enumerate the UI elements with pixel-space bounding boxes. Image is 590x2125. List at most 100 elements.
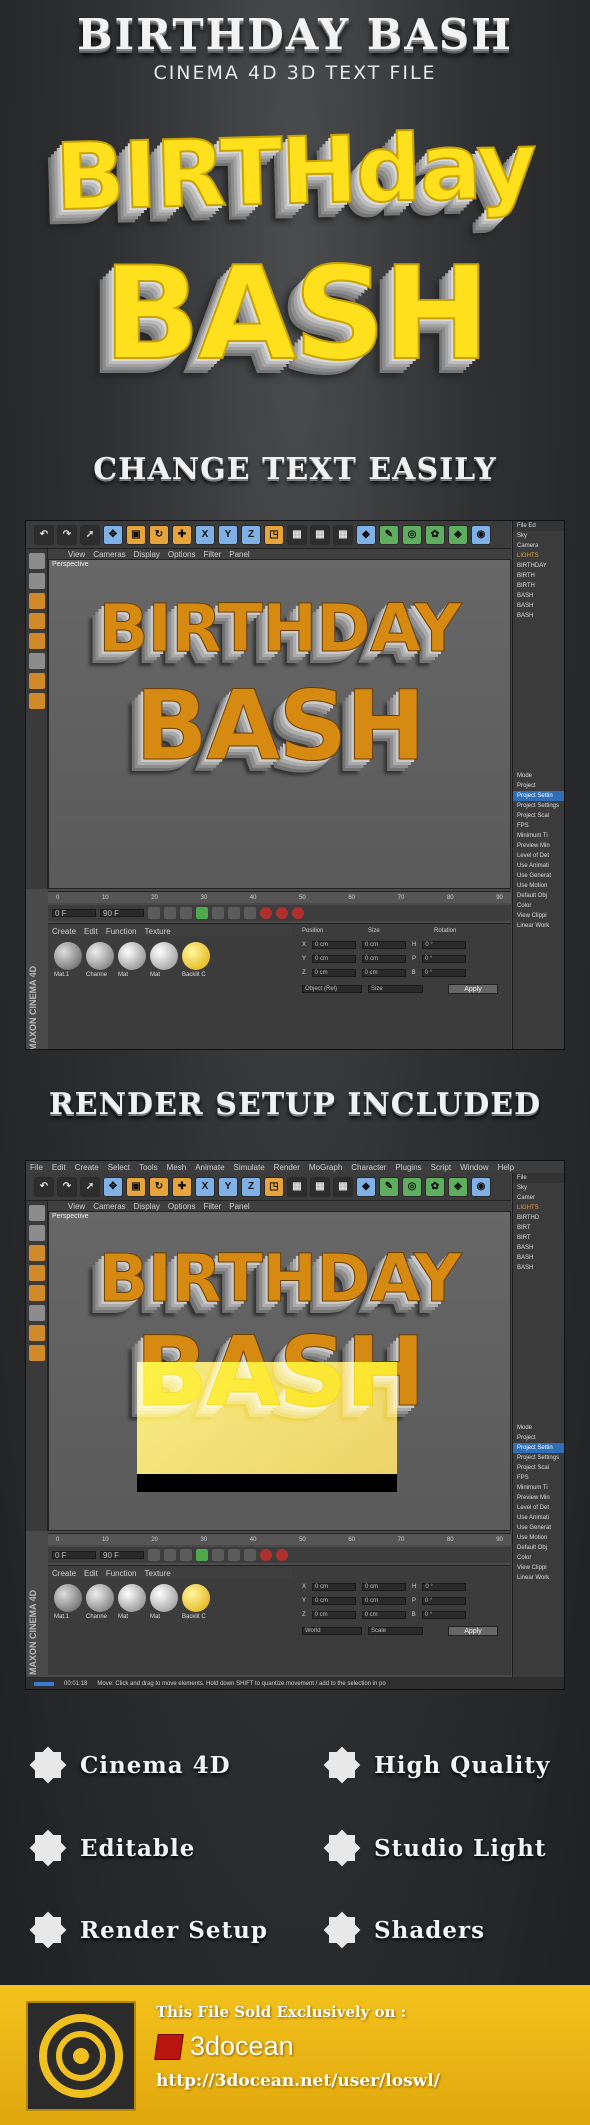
x-axis-icon[interactable]: X: [195, 524, 215, 545]
render-settings-icon[interactable]: ▦: [333, 524, 353, 545]
size-y-field[interactable]: 0 cm: [362, 1597, 407, 1605]
material-swatch[interactable]: [118, 942, 146, 970]
make-editable-icon[interactable]: [29, 1205, 45, 1221]
pos-x-field[interactable]: 0 cm: [312, 1583, 357, 1591]
redo-icon[interactable]: ↷: [57, 1176, 77, 1197]
next-frame-icon[interactable]: [212, 907, 224, 919]
attr-mode[interactable]: Mode: [513, 1423, 564, 1433]
object-item[interactable]: LIGHTS: [513, 551, 564, 561]
cloner-icon[interactable]: ✿: [425, 1176, 445, 1197]
autokey-icon[interactable]: [276, 907, 288, 919]
y-axis-icon[interactable]: Y: [218, 1176, 238, 1197]
file-menu-item[interactable]: File: [513, 1173, 564, 1183]
material-swatch[interactable]: [86, 1584, 114, 1612]
perspective-viewport[interactable]: Perspective BIRTHDAY BASH: [48, 559, 511, 889]
pen-icon[interactable]: ✎: [379, 524, 399, 545]
magnet-icon[interactable]: [29, 1345, 45, 1361]
display-menu-item[interactable]: Display: [134, 550, 160, 559]
apply-button[interactable]: Apply: [448, 1626, 498, 1636]
pen-icon[interactable]: ✎: [379, 1176, 399, 1197]
rot-b-field[interactable]: 0 °: [421, 969, 466, 977]
marketplace-badge[interactable]: 3docean: [154, 2031, 294, 2062]
author-profile-link[interactable]: http://3docean.net/user/loswl/: [156, 2071, 440, 2091]
cameras-menu-item[interactable]: Cameras: [93, 550, 125, 559]
attr-mode[interactable]: Mode: [513, 771, 564, 781]
menu-edit[interactable]: Edit: [52, 1163, 66, 1172]
view-menu-item[interactable]: View: [68, 1202, 85, 1211]
mat-texture-menu[interactable]: Texture: [145, 1569, 171, 1578]
object-item[interactable]: BASH: [513, 611, 564, 621]
axis-mode-icon[interactable]: [29, 653, 45, 669]
undo-icon[interactable]: ↶: [34, 524, 54, 545]
menu-character[interactable]: Character: [351, 1163, 386, 1172]
object-item[interactable]: BASH: [513, 1243, 564, 1253]
menu-plugins[interactable]: Plugins: [395, 1163, 421, 1172]
magnet-icon[interactable]: [29, 693, 45, 709]
menu-help[interactable]: Help: [498, 1163, 514, 1172]
subdivision-icon[interactable]: ◎: [402, 524, 422, 545]
panel-menu-item[interactable]: Panel: [229, 1202, 249, 1211]
object-item[interactable]: BIRTH: [513, 581, 564, 591]
rot-h-field[interactable]: 0 °: [422, 941, 467, 949]
goto-end-icon[interactable]: [244, 907, 256, 919]
coord-system-dropdown[interactable]: World: [302, 1627, 362, 1635]
prev-frame-icon[interactable]: [180, 1549, 192, 1561]
object-item[interactable]: BIRT: [513, 1223, 564, 1233]
undo-icon[interactable]: ↶: [34, 1176, 54, 1197]
polygons-mode-icon[interactable]: [29, 633, 45, 649]
pos-x-field[interactable]: 0 cm: [312, 941, 357, 949]
object-item[interactable]: BASH: [513, 591, 564, 601]
points-mode-icon[interactable]: [29, 593, 45, 609]
file-menu-item[interactable]: File Ed: [513, 521, 564, 531]
timeline-ruler[interactable]: 0 10 20 30 40 50 60 70 80 90: [48, 891, 511, 903]
render-view-icon[interactable]: ▦: [287, 524, 307, 545]
scene-icon[interactable]: ◉: [471, 1176, 491, 1197]
object-item[interactable]: Camera: [513, 541, 564, 551]
rot-p-field[interactable]: 0 °: [422, 955, 467, 963]
prev-key-icon[interactable]: [164, 1549, 176, 1561]
polygons-mode-icon[interactable]: [29, 1285, 45, 1301]
object-item[interactable]: BASH: [513, 1263, 564, 1273]
play-icon[interactable]: [196, 1549, 208, 1561]
render-settings-icon[interactable]: ▦: [333, 1176, 353, 1197]
snap-icon[interactable]: [29, 1325, 45, 1341]
deformer-icon[interactable]: ◈: [448, 524, 468, 545]
next-frame-icon[interactable]: [212, 1549, 224, 1561]
model-mode-icon[interactable]: [29, 1225, 45, 1241]
display-menu-item[interactable]: Display: [134, 1202, 160, 1211]
goto-end-icon[interactable]: [244, 1549, 256, 1561]
snap-icon[interactable]: [29, 673, 45, 689]
size-x-field[interactable]: 0 cm: [362, 941, 407, 949]
render-view-icon[interactable]: ▦: [287, 1176, 307, 1197]
x-axis-icon[interactable]: X: [195, 1176, 215, 1197]
cloner-icon[interactable]: ✿: [425, 524, 445, 545]
select-icon[interactable]: ➚: [80, 524, 100, 545]
z-axis-icon[interactable]: Z: [241, 524, 261, 545]
size-y-field[interactable]: 0 cm: [362, 955, 407, 963]
render-picture-icon[interactable]: ▦: [310, 1176, 330, 1197]
edges-mode-icon[interactable]: [29, 1265, 45, 1281]
rotate-icon[interactable]: ↻: [149, 524, 169, 545]
menu-script[interactable]: Script: [431, 1163, 451, 1172]
menu-window[interactable]: Window: [460, 1163, 488, 1172]
next-key-icon[interactable]: [228, 1549, 240, 1561]
rotate-icon[interactable]: ↻: [149, 1176, 169, 1197]
size-mode-dropdown[interactable]: Size: [368, 985, 423, 993]
size-z-field[interactable]: 0 cm: [361, 969, 406, 977]
filter-menu-item[interactable]: Filter: [203, 1202, 221, 1211]
mat-function-menu[interactable]: Function: [106, 1569, 137, 1578]
object-item[interactable]: BASH: [513, 1253, 564, 1263]
mat-edit-menu[interactable]: Edit: [84, 927, 98, 936]
options-menu-item[interactable]: Options: [168, 550, 196, 559]
object-item[interactable]: BIRT: [513, 1233, 564, 1243]
frame-start-field[interactable]: 0 F: [52, 1551, 96, 1560]
material-swatch[interactable]: [150, 942, 178, 970]
material-swatch[interactable]: [118, 1584, 146, 1612]
y-axis-icon[interactable]: Y: [218, 524, 238, 545]
z-axis-icon[interactable]: Z: [241, 1176, 261, 1197]
object-item[interactable]: BIRTH: [513, 571, 564, 581]
pos-y-field[interactable]: 0 cm: [312, 1597, 357, 1605]
cube-icon[interactable]: ◆: [356, 524, 376, 545]
object-item[interactable]: BIRTHDAY: [513, 561, 564, 571]
goto-start-icon[interactable]: [148, 1549, 160, 1561]
